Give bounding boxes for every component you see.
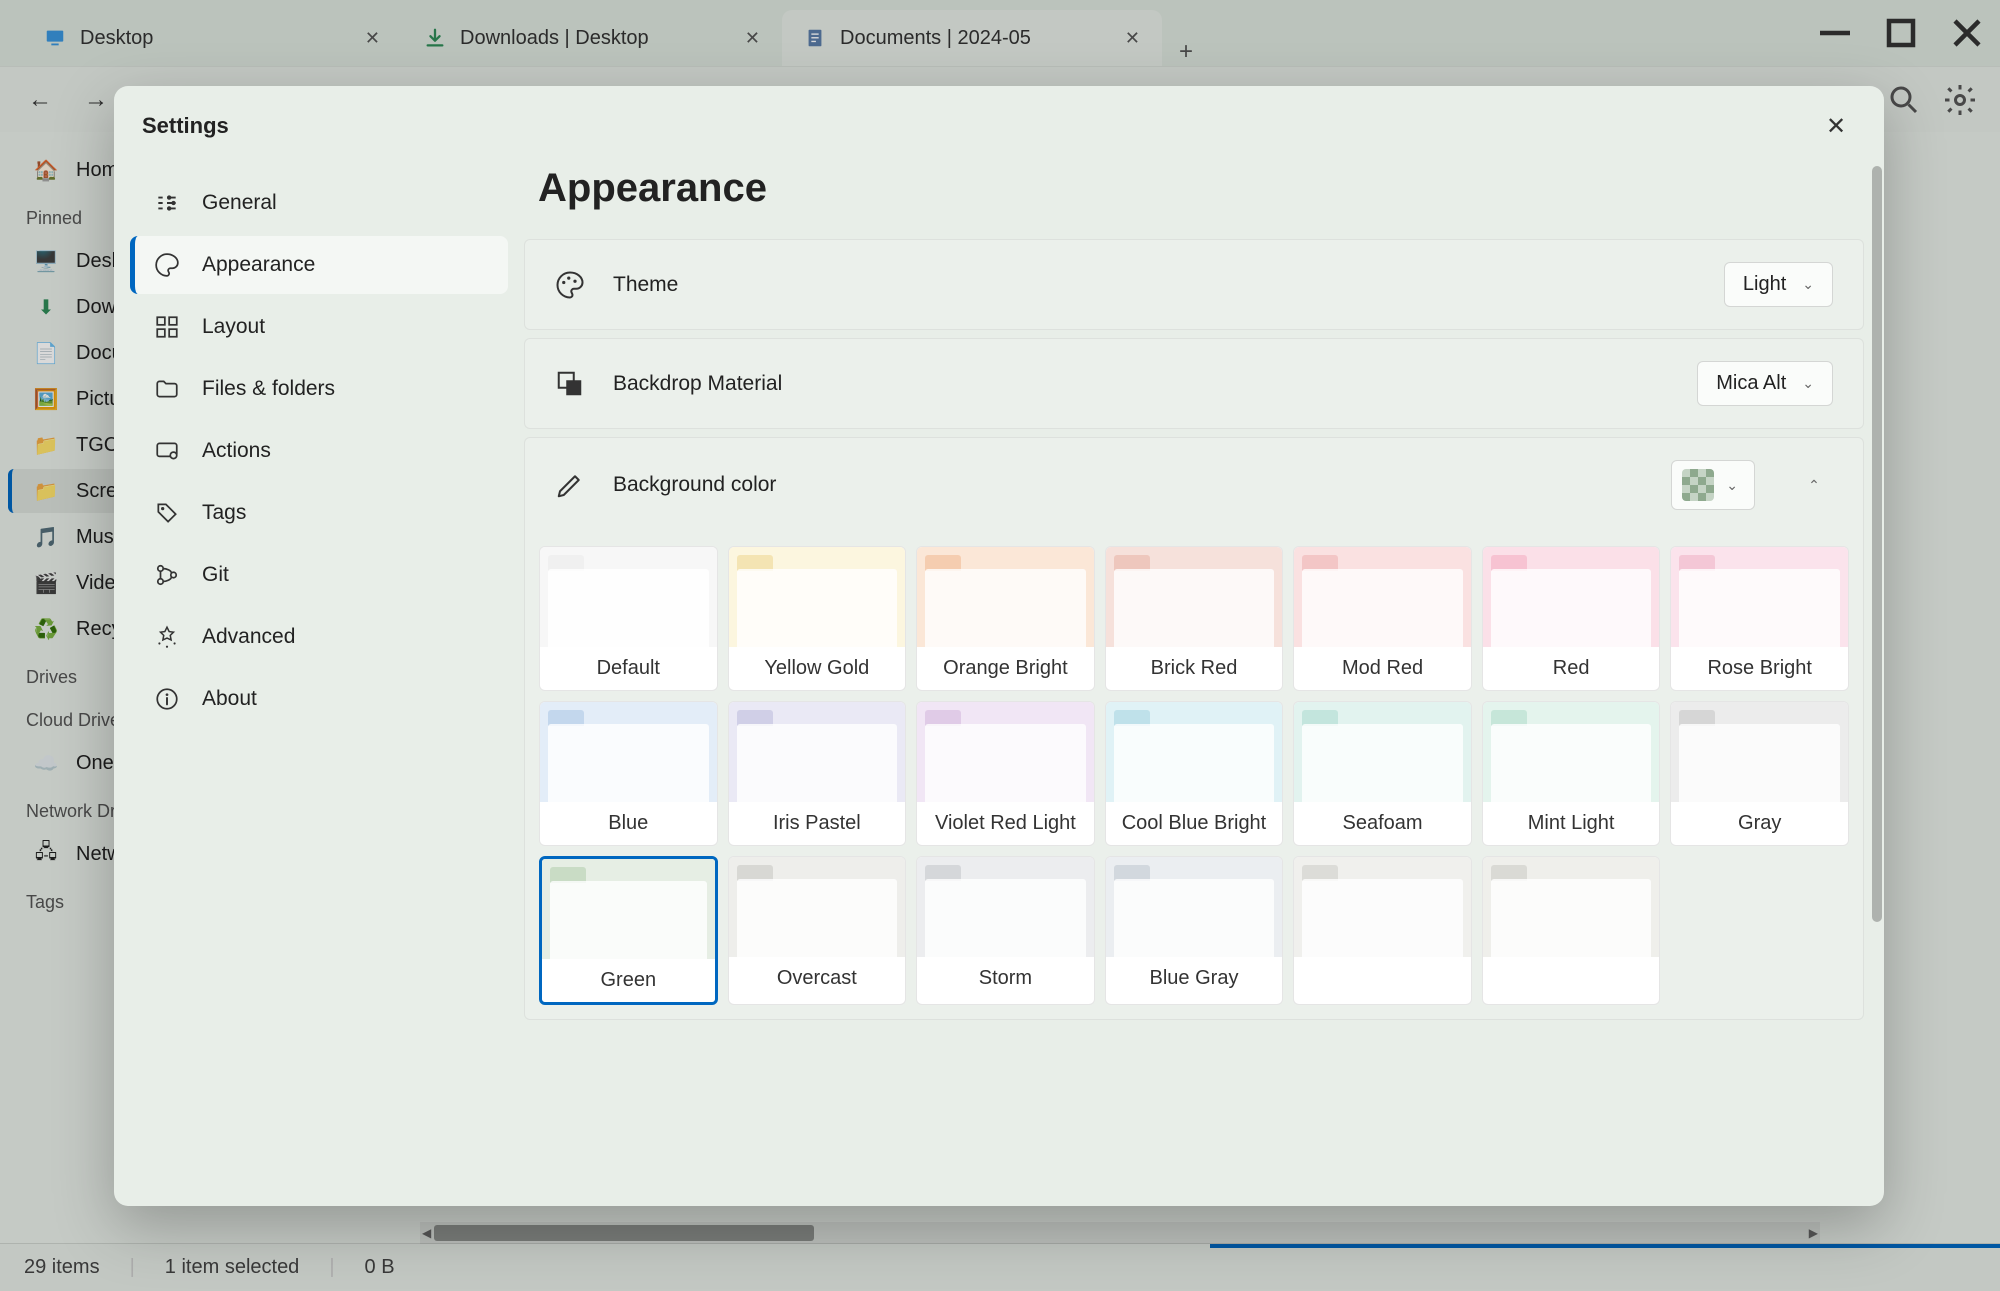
nav-icon [154, 190, 180, 216]
chevron-down-icon: ⌄ [1802, 375, 1814, 392]
backdrop-icon [555, 369, 585, 399]
color-swatch-default[interactable]: Default [539, 546, 718, 691]
nav-icon [154, 624, 180, 650]
settings-nav-general[interactable]: General [130, 174, 508, 232]
color-swatch-blue-gray[interactable]: Blue Gray [1105, 856, 1284, 1005]
settings-nav-git[interactable]: Git [130, 546, 508, 604]
settings-nav-files-folders[interactable]: Files & folders [130, 360, 508, 418]
color-swatch-overcast[interactable]: Overcast [728, 856, 907, 1005]
color-swatch-blue[interactable]: Blue [539, 701, 718, 846]
modal-title: Settings [142, 113, 229, 139]
color-swatch-mod-red[interactable]: Mod Red [1293, 546, 1472, 691]
color-swatch-mint-light[interactable]: Mint Light [1482, 701, 1661, 846]
nav-icon [154, 438, 180, 464]
color-swatch-icon [1682, 469, 1714, 501]
settings-nav-appearance[interactable]: Appearance [130, 236, 508, 294]
color-swatch-grid: DefaultYellow GoldOrange BrightBrick Red… [525, 532, 1863, 1019]
color-swatch-unnamed[interactable] [1293, 856, 1472, 1005]
color-swatch-red[interactable]: Red [1482, 546, 1661, 691]
nav-icon [154, 252, 180, 278]
theme-dropdown[interactable]: Light ⌄ [1724, 262, 1833, 307]
chevron-down-icon: ⌄ [1802, 276, 1814, 293]
color-swatch-cool-blue-bright[interactable]: Cool Blue Bright [1105, 701, 1284, 846]
bgcolor-card: Background color ⌄ ⌃ DefaultYellow GoldO… [524, 437, 1864, 1020]
modal-header: Settings ✕ [114, 86, 1884, 156]
collapse-button[interactable]: ⌃ [1795, 466, 1833, 504]
color-swatch-green[interactable]: Green [539, 856, 718, 1005]
scrollbar[interactable] [1872, 166, 1882, 922]
modal-overlay[interactable]: Settings ✕ GeneralAppearanceLayoutFiles … [0, 0, 2000, 1291]
settings-nav-actions[interactable]: Actions [130, 422, 508, 480]
chevron-down-icon: ⌄ [1726, 477, 1738, 494]
settings-nav-advanced[interactable]: Advanced [130, 608, 508, 666]
color-swatch-seafoam[interactable]: Seafoam [1293, 701, 1472, 846]
brush-icon [555, 470, 585, 500]
settings-content: Appearance Theme Light ⌄ Backdrop [524, 156, 1884, 1206]
color-swatch-yellow-gold[interactable]: Yellow Gold [728, 546, 907, 691]
color-swatch-unnamed[interactable] [1482, 856, 1661, 1005]
nav-icon [154, 562, 180, 588]
close-icon[interactable]: ✕ [1816, 106, 1856, 146]
settings-nav-layout[interactable]: Layout [130, 298, 508, 356]
color-swatch-storm[interactable]: Storm [916, 856, 1095, 1005]
theme-label: Theme [613, 273, 1696, 297]
color-swatch-orange-bright[interactable]: Orange Bright [916, 546, 1095, 691]
palette-icon [555, 270, 585, 300]
backdrop-dropdown[interactable]: Mica Alt ⌄ [1697, 361, 1833, 406]
page-title: Appearance [524, 156, 1864, 239]
settings-nav-about[interactable]: About [130, 670, 508, 728]
theme-card: Theme Light ⌄ [524, 239, 1864, 330]
bgcolor-picker[interactable]: ⌄ [1671, 460, 1755, 510]
backdrop-label: Backdrop Material [613, 372, 1669, 396]
settings-modal: Settings ✕ GeneralAppearanceLayoutFiles … [114, 86, 1884, 1206]
color-swatch-brick-red[interactable]: Brick Red [1105, 546, 1284, 691]
color-swatch-rose-bright[interactable]: Rose Bright [1670, 546, 1849, 691]
nav-icon [154, 686, 180, 712]
color-swatch-violet-red-light[interactable]: Violet Red Light [916, 701, 1095, 846]
nav-icon [154, 500, 180, 526]
color-swatch-gray[interactable]: Gray [1670, 701, 1849, 846]
bgcolor-label: Background color [613, 473, 1643, 497]
nav-icon [154, 376, 180, 402]
nav-icon [154, 314, 180, 340]
settings-nav-tags[interactable]: Tags [130, 484, 508, 542]
settings-nav: GeneralAppearanceLayoutFiles & foldersAc… [114, 156, 524, 1206]
backdrop-card: Backdrop Material Mica Alt ⌄ [524, 338, 1864, 429]
color-swatch-iris-pastel[interactable]: Iris Pastel [728, 701, 907, 846]
modal-body: GeneralAppearanceLayoutFiles & foldersAc… [114, 156, 1884, 1206]
